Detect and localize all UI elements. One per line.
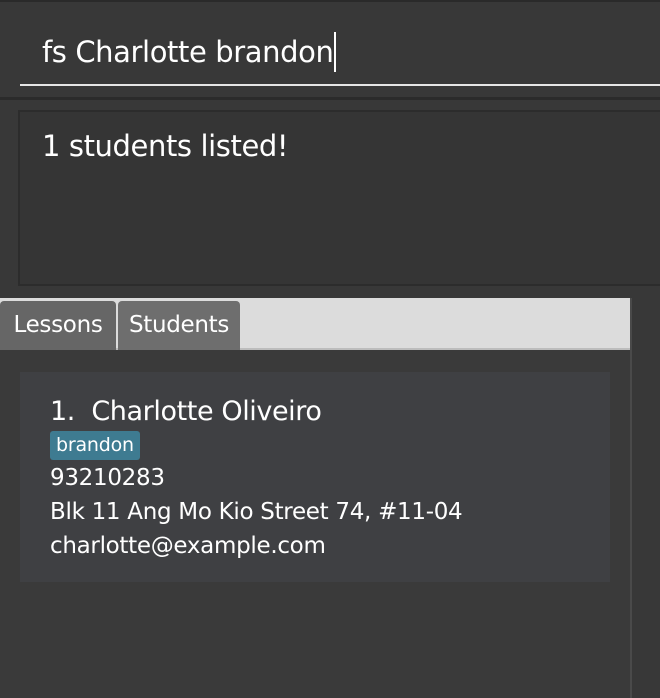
student-address: Blk 11 Ang Mo Kio Street 74, #11-04 [50, 499, 463, 525]
student-name-line: 1. Charlotte Oliveiro [50, 392, 322, 432]
command-input[interactable]: fs Charlotte brandon [20, 20, 660, 86]
right-panel-edge [632, 298, 660, 698]
student-phone: 93210283 [50, 465, 165, 491]
app-window: fs Charlotte brandon 1 students listed! … [0, 0, 660, 698]
result-display[interactable]: 1 students listed! [18, 110, 660, 286]
student-card[interactable]: 1. Charlotte Oliveiro brandon 93210283 B… [20, 372, 610, 582]
command-box-area: fs Charlotte brandon [0, 0, 660, 100]
student-tag: brandon [50, 431, 140, 460]
tab-header: Lessons Students [0, 298, 630, 350]
student-name: Charlotte Oliveiro [91, 396, 322, 427]
command-input-text[interactable]: fs Charlotte brandon [42, 30, 337, 74]
result-message: 1 students listed! [42, 129, 289, 163]
command-input-value[interactable]: fs Charlotte brandon [42, 35, 334, 69]
student-index: 1. [50, 396, 75, 427]
list-panel: Lessons Students 1. Charlotte Oliveiro b… [0, 298, 632, 698]
student-list[interactable]: 1. Charlotte Oliveiro brandon 93210283 B… [0, 350, 630, 698]
student-email: charlotte@example.com [50, 533, 326, 559]
tab-lessons[interactable]: Lessons [0, 301, 116, 350]
text-caret [334, 32, 337, 72]
tab-students[interactable]: Students [118, 301, 240, 350]
divider [0, 97, 660, 100]
